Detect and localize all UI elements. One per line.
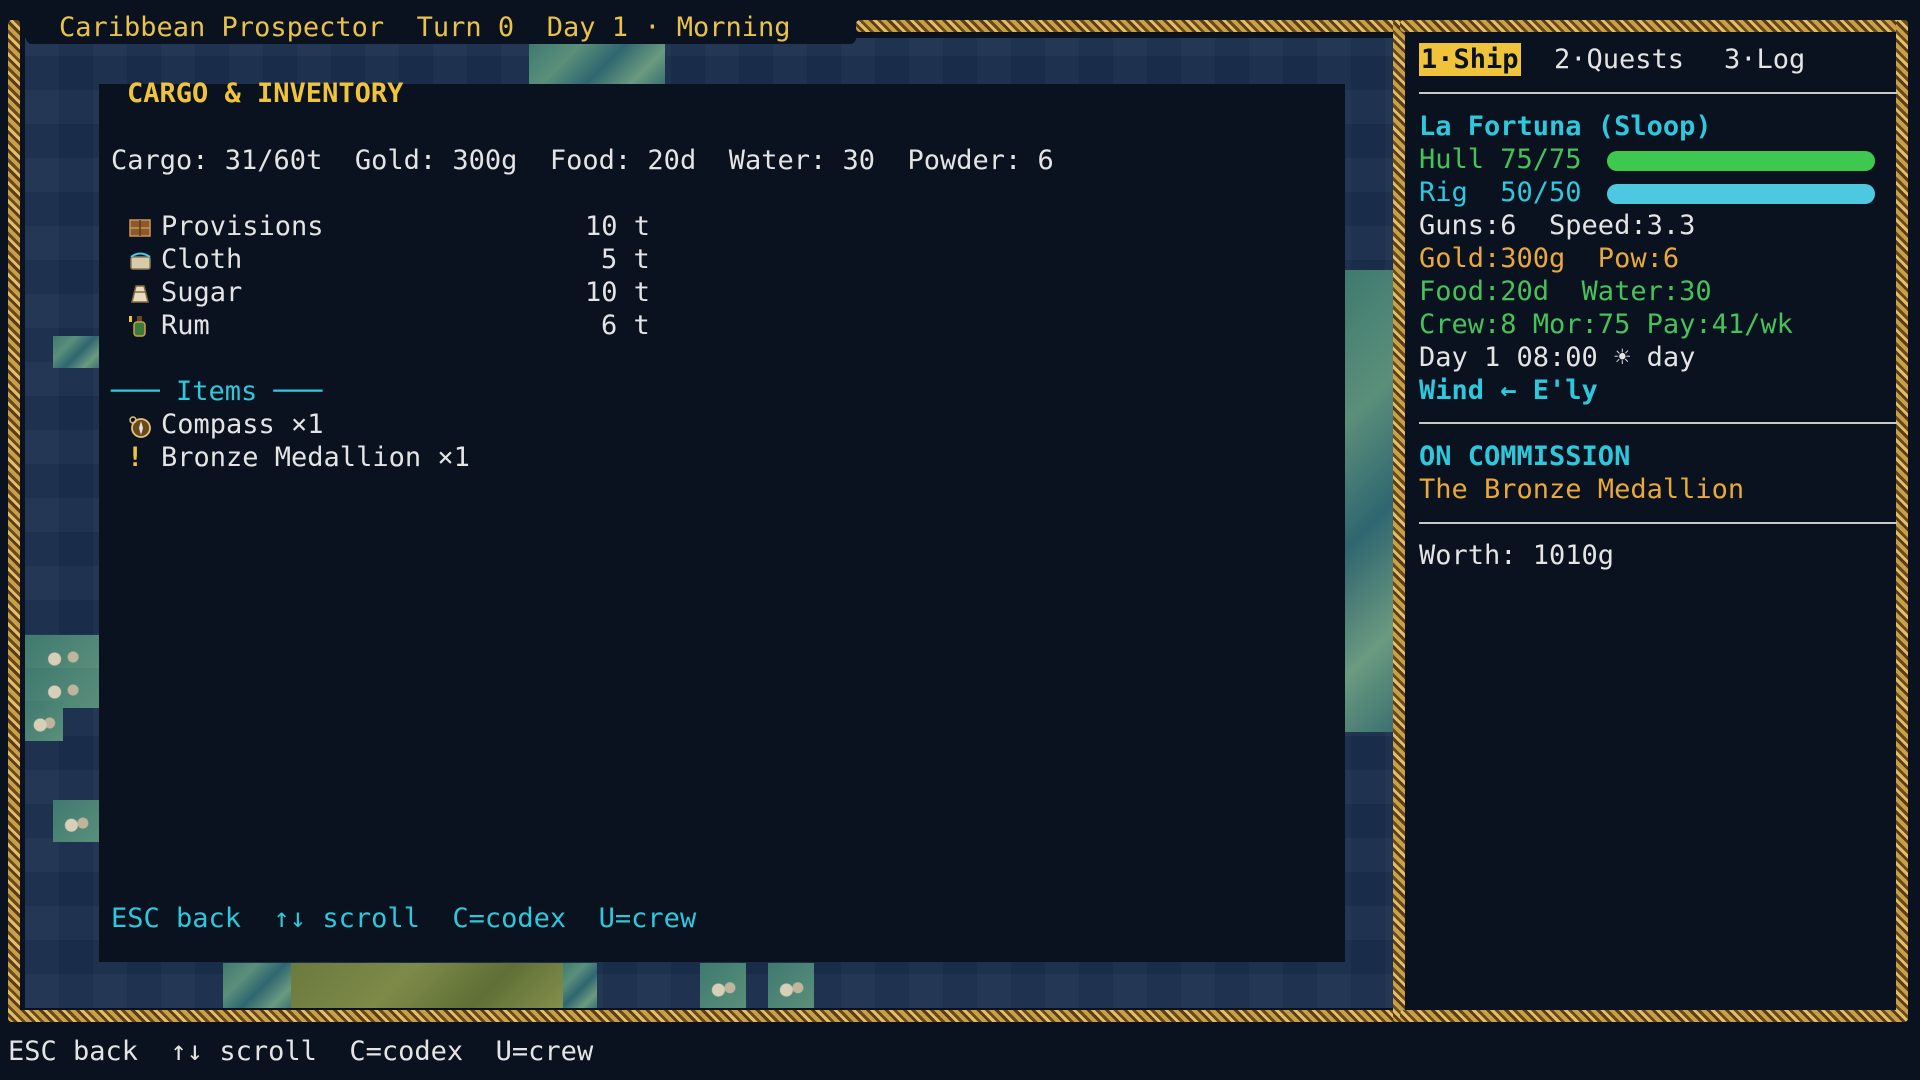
hull-bar-fill: [1607, 151, 1875, 171]
crate-icon: [129, 219, 151, 237]
rig-bar: [1607, 184, 1875, 204]
goods-name-cloth: Cloth: [161, 244, 243, 275]
panel-help-keys: ESC back ↑↓ scroll C=codex U=crew: [111, 903, 697, 934]
shallow-water-tile: [53, 336, 99, 368]
map-frame-bottom: [8, 1010, 1400, 1022]
rock-tile: [768, 963, 814, 1008]
map-frame-right: [1393, 20, 1405, 1022]
title-bar: Caribbean Prospector Turn 0 Day 1 · Morn…: [26, 10, 856, 44]
rock-tile: [53, 800, 99, 842]
section-divider: [1419, 422, 1897, 424]
rig-label: Rig 50/50: [1419, 177, 1582, 208]
compass-icon: [129, 416, 151, 438]
exclamation-icon: !: [127, 442, 144, 473]
side-frame-bottom: [1400, 1010, 1908, 1022]
tab-ship[interactable]: 1·Ship: [1419, 43, 1521, 76]
shallow-water-tile: [563, 963, 597, 1008]
gold-powder: Gold:300g Pow:6: [1419, 243, 1680, 274]
panel-heading: CARGO & INVENTORY: [127, 78, 404, 109]
item-bronze-medallion: Bronze Medallion ×1: [161, 442, 470, 473]
bottom-help-bar: ESC back ↑↓ scroll C=codex U=crew: [8, 1036, 594, 1067]
food-water: Food:20d Water:30: [1419, 276, 1712, 307]
section-divider: [1419, 522, 1897, 524]
crew-stats: Crew:8 Mor:75 Pay:41/wk: [1419, 309, 1793, 340]
goods-name-sugar: Sugar: [161, 277, 243, 308]
goods-name-rum: Rum: [161, 310, 210, 341]
tab-log[interactable]: 3·Log: [1724, 43, 1805, 76]
map-frame-top: [856, 20, 1400, 32]
goods-name-provisions: Provisions: [161, 211, 324, 242]
hull-label: Hull 75/75: [1419, 144, 1582, 175]
guns-speed: Guns:6 Speed:3.3: [1419, 210, 1696, 241]
turn-counter: Turn 0: [416, 12, 515, 43]
ship-status-panel: 1·Ship 2·Quests 3·Log La Fortuna (Sloop)…: [1407, 38, 1897, 1008]
wind-direction: Wind ← E'ly: [1419, 375, 1598, 406]
shallow-water-tile: [529, 44, 665, 84]
rock-tile: [25, 701, 63, 741]
day-indicator: Day 1 · Morning: [546, 12, 791, 43]
commission-name: The Bronze Medallion: [1419, 474, 1745, 505]
net-worth: Worth: 1010g: [1419, 540, 1615, 571]
item-compass: Compass ×1: [161, 409, 324, 440]
rock-tile: [700, 963, 746, 1008]
goods-qty-rum: 6 t: [601, 310, 650, 341]
cargo-summary: Cargo: 31/60t Gold: 300g Food: 20d Water…: [111, 145, 1054, 176]
rum-bottle-icon: [129, 316, 146, 337]
side-frame-right: [1896, 20, 1908, 1022]
sugar-icon: [131, 285, 149, 303]
hull-bar: [1607, 151, 1875, 171]
rig-bar-fill: [1607, 184, 1875, 204]
land-tile: [291, 963, 565, 1008]
game-title: Caribbean Prospector: [59, 12, 385, 43]
goods-qty-provisions: 10 t: [585, 211, 651, 242]
shallow-water-tile: [1345, 270, 1393, 732]
tab-quests[interactable]: 2·Quests: [1554, 43, 1684, 76]
cargo-inventory-panel: CARGO & INVENTORY Cargo: 31/60t Gold: 30…: [99, 78, 1345, 962]
side-frame-top: [1400, 20, 1906, 32]
items-section-header: ─── Items ───: [111, 376, 323, 407]
tab-divider: [1419, 92, 1897, 94]
cloth-icon: [130, 252, 151, 270]
commission-header: ON COMMISSION: [1419, 441, 1631, 472]
map-frame-left: [8, 20, 20, 1022]
time-of-day: Day 1 08:00 ☀ day: [1419, 342, 1696, 373]
goods-qty-sugar: 10 t: [585, 277, 651, 308]
ship-name: La Fortuna (Sloop): [1419, 111, 1712, 142]
shallow-water-tile: [223, 963, 293, 1008]
goods-qty-cloth: 5 t: [601, 244, 650, 275]
